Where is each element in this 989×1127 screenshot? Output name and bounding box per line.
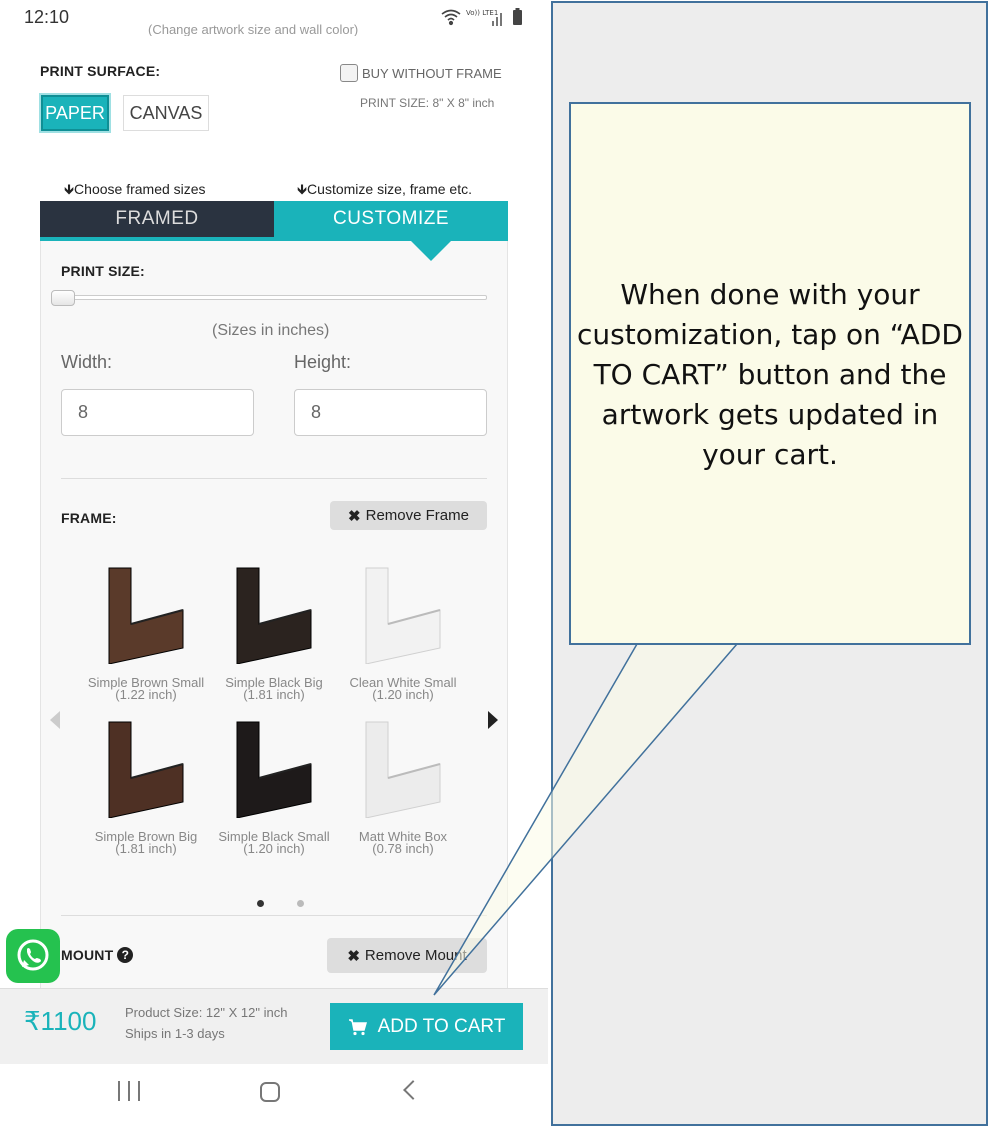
frame-size: (1.22 inch): [115, 687, 177, 702]
buy-without-frame-label: BUY WITHOUT FRAME: [362, 65, 502, 81]
close-icon: ✖: [347, 947, 360, 965]
tab-framed[interactable]: FRAMED: [40, 201, 274, 237]
divider: [61, 478, 487, 479]
remove-frame-label: Remove Frame: [365, 507, 469, 524]
frame-option[interactable]: Simple Black Small (1.20 inch): [209, 720, 339, 855]
frame-option[interactable]: Clean White Small (1.20 inch): [338, 566, 468, 701]
wifi-icon: [441, 9, 461, 26]
width-label: Width:: [61, 352, 113, 372]
mount-label: MOUNT: [61, 947, 114, 963]
status-time: 12:10: [24, 7, 70, 27]
print-size-label: PRINT SIZE:: [61, 263, 145, 279]
frame-size: (1.81 inch): [115, 841, 177, 856]
framed-hint: 🡻Choose framed sizes: [64, 181, 206, 197]
whatsapp-button[interactable]: [6, 929, 60, 983]
frame-size: (1.20 inch): [372, 687, 434, 702]
recent-apps-icon[interactable]: [118, 1081, 140, 1101]
callout-text: When done with your customization, tap o…: [577, 278, 963, 471]
sizes-note: (Sizes in inches): [212, 322, 330, 339]
mount-heading: MOUNT ?: [61, 947, 134, 963]
width-input[interactable]: 8: [61, 389, 254, 436]
tab-customize[interactable]: CUSTOMIZE: [274, 201, 508, 237]
remove-frame-button[interactable]: ✖ Remove Frame: [330, 501, 487, 530]
remove-mount-label: Remove Mount: [364, 947, 467, 964]
paper-option-button[interactable]: PAPER: [41, 95, 109, 131]
frame-label: FRAME:: [61, 510, 117, 526]
frame-size: (0.78 inch): [372, 841, 434, 856]
product-size: Product Size: 12" X 12" inch: [125, 1005, 288, 1020]
print-size-note: PRINT SIZE: 8" X 8" inch: [360, 96, 495, 110]
frame-thumbnail: [108, 721, 184, 819]
remove-mount-button[interactable]: ✖ Remove Mount: [327, 938, 487, 973]
ships-info: Ships in 1-3 days: [125, 1026, 225, 1041]
frame-size: (1.20 inch): [243, 841, 305, 856]
frame-option[interactable]: Simple Black Big (1.81 inch): [209, 566, 339, 701]
active-tab-pointer: [411, 241, 451, 261]
status-icons: Vo)) LTE1: [441, 8, 522, 26]
network-label: Vo)) LTE1: [466, 9, 498, 17]
height-input[interactable]: 8: [294, 389, 487, 436]
frame-option[interactable]: Matt White Box (0.78 inch): [338, 720, 468, 855]
price: ₹1100: [24, 1006, 97, 1036]
frame-thumbnail: [108, 567, 184, 665]
frame-thumbnail: [365, 721, 441, 819]
add-to-cart-button[interactable]: ADD TO CART: [330, 1003, 523, 1050]
phone-screen: 12:10 Vo)) LTE1 (Change artwork size and…: [0, 0, 548, 1127]
print-size-slider-handle[interactable]: [51, 290, 75, 306]
buy-without-frame-checkbox[interactable]: [340, 64, 358, 82]
print-surface-label: PRINT SURFACE:: [40, 63, 161, 79]
carousel-next-icon[interactable]: [488, 711, 498, 729]
carousel-prev-icon[interactable]: [50, 711, 60, 729]
buy-without-frame-control[interactable]: BUY WITHOUT FRAME: [340, 64, 502, 82]
battery-icon: [513, 8, 522, 25]
close-icon: ✖: [348, 507, 361, 525]
frame-option[interactable]: Simple Brown Big (1.81 inch): [81, 720, 211, 855]
help-icon[interactable]: ?: [117, 947, 134, 963]
canvas-option-button[interactable]: CANVAS: [123, 95, 209, 131]
whatsapp-icon: [17, 939, 49, 971]
customize-hint: 🡻Customize size, frame etc.: [297, 181, 472, 197]
carousel-dot-2[interactable]: [297, 900, 304, 907]
frame-thumbnail: [365, 567, 441, 665]
cut-off-text: (Change artwork size and wall color): [148, 24, 359, 36]
frame-thumbnail: [236, 567, 312, 665]
tab-bar: FRAMED CUSTOMIZE: [40, 201, 508, 241]
frame-size: (1.81 inch): [243, 687, 305, 702]
print-size-slider[interactable]: [62, 295, 487, 300]
home-icon[interactable]: [260, 1082, 280, 1102]
height-label: Height:: [294, 352, 352, 372]
carousel-dot-1[interactable]: [257, 900, 264, 907]
cart-icon: [348, 1018, 367, 1035]
add-to-cart-label: ADD TO CART: [377, 1015, 506, 1037]
divider: [61, 915, 487, 916]
frame-thumbnail: [236, 721, 312, 819]
frame-option[interactable]: Simple Brown Small (1.22 inch): [81, 566, 211, 701]
